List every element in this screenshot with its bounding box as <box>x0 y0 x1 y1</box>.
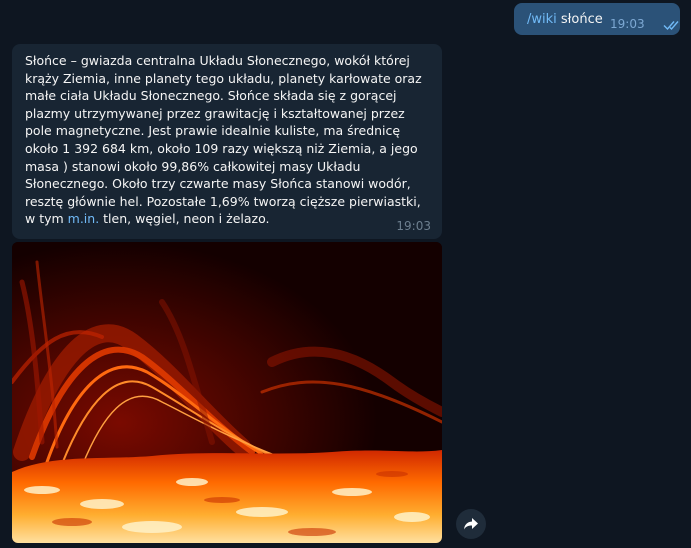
outgoing-message[interactable]: /wiki słońce 19:03 <box>514 3 680 35</box>
double-check-icon <box>663 21 679 31</box>
bot-command-link[interactable]: /wiki <box>527 12 557 27</box>
incoming-message-text: Słońce – gwiazda centralna Układu Słonec… <box>25 52 430 228</box>
outgoing-query: słońce <box>560 12 603 27</box>
incoming-message[interactable]: Słońce – gwiazda centralna Układu Słonec… <box>12 44 442 239</box>
solar-prominence-photo[interactable] <box>12 242 442 543</box>
incoming-time: 19:03 <box>396 219 431 233</box>
sun-image <box>12 242 442 543</box>
outgoing-message-text: /wiki słońce <box>527 12 603 28</box>
abbreviation-link[interactable]: m.in. <box>68 211 100 226</box>
message-text-part-2: tlen, węgiel, neon i żelazo. <box>99 211 270 227</box>
forward-button[interactable] <box>456 509 486 539</box>
message-text-part-1: Słońce – gwiazda centralna Układu Słonec… <box>25 53 422 227</box>
outgoing-time: 19:03 <box>610 17 645 31</box>
forward-arrow-icon <box>464 518 478 530</box>
